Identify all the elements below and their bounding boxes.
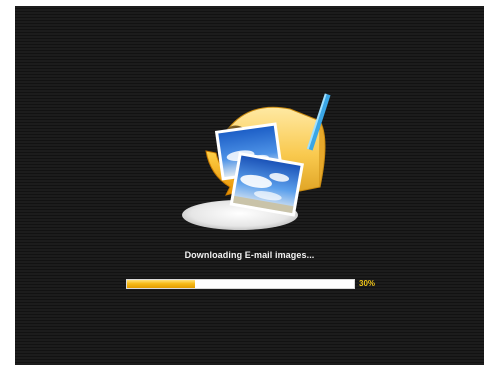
download-progress-percent: 30% [359,279,376,288]
download-progress-bar [126,279,355,289]
download-progress-fill [127,280,196,288]
download-splash-panel: Downloading E-mail images... 30% [15,6,484,365]
download-status-text: Downloading E-mail images... [184,250,315,260]
mailbox-with-photos-icon [182,93,331,230]
